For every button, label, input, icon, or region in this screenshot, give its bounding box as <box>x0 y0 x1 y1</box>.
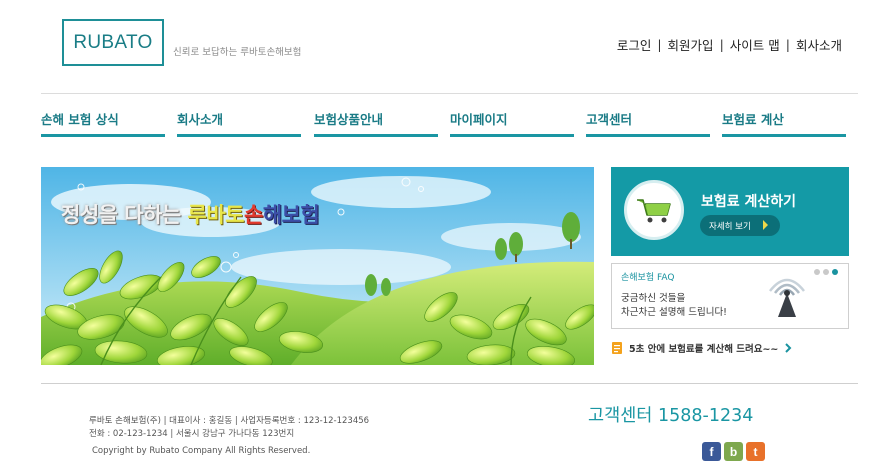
login-link[interactable]: 로그인 <box>617 35 652 54</box>
sitemap-link[interactable]: 사이트 맵 <box>730 35 780 54</box>
faq-line: 차근차근 설명해 드립니다! <box>621 307 727 318</box>
nav-company-intro[interactable]: 회사소개 <box>177 108 301 137</box>
chevron-right-icon <box>785 343 792 353</box>
faq-line: 궁금하신 것들을 <box>621 293 686 304</box>
util-separator: | <box>719 37 724 52</box>
blog-icon[interactable]: b <box>724 442 743 461</box>
premium-calc-box[interactable]: 보험료 계산하기 자세히 보기 <box>611 167 849 256</box>
broadcast-tower-icon <box>769 278 805 317</box>
notice[interactable]: 5초 안에 보험료를 계산해 드려요~~ <box>611 340 792 356</box>
signup-link[interactable]: 회원가입 <box>668 35 714 54</box>
faq-dot-2[interactable] <box>823 269 829 275</box>
footer-divider <box>41 383 858 384</box>
banner-title-part: 손 <box>244 203 263 227</box>
main-nav: 손해 보험 상식 회사소개 보험상품안내 마이페이지 고객센터 보험료 계산 <box>41 108 858 138</box>
logo[interactable]: RUBATO <box>62 19 164 66</box>
calc-circle <box>624 180 684 240</box>
faq-dot-1[interactable] <box>814 269 820 275</box>
calc-detail-button[interactable]: 자세히 보기 <box>700 215 780 236</box>
calc-detail-label: 자세히 보기 <box>709 221 751 232</box>
footer-company-info: 루바토 손해보험(주) | 대표이사 : 홍길동 | 사업자등록번호 : 123… <box>89 416 370 426</box>
faq-pagination <box>814 269 838 275</box>
nav-customer-center[interactable]: 고객센터 <box>586 108 710 137</box>
nav-premium-calc[interactable]: 보험료 계산 <box>722 108 846 137</box>
arrow-right-icon <box>763 220 768 230</box>
nav-insurance-knowledge[interactable]: 손해 보험 상식 <box>41 108 165 137</box>
banner-title-part: 해보험 <box>262 203 320 227</box>
logo-text: RUBATO <box>73 31 153 53</box>
twitter-icon[interactable]: t <box>746 442 765 461</box>
main-banner[interactable]: 정성을 다하는 루바토손해보험 <box>41 167 594 365</box>
calc-title: 보험료 계산하기 <box>701 194 797 210</box>
customer-center-phone: 고객센터 1588-1234 <box>588 406 754 426</box>
tagline: 신뢰로 보답하는 루바토손해보험 <box>173 47 302 58</box>
header-divider <box>41 93 858 94</box>
notice-text: 5초 안에 보험료를 계산해 드려요~~ <box>629 344 779 355</box>
banner-illustration <box>41 167 594 365</box>
document-icon <box>612 342 622 354</box>
nav-mypage[interactable]: 마이페이지 <box>450 108 574 137</box>
blog-label: b <box>729 444 738 459</box>
company-intro-link[interactable]: 회사소개 <box>796 35 842 54</box>
footer-contact-info: 전화 : 02-123-1234 | 서울시 강남구 가나다동 123번지 <box>89 429 295 439</box>
social-links: f b t <box>702 442 765 461</box>
banner-title-brand: 루바토 <box>187 203 245 227</box>
util-separator: | <box>657 37 662 52</box>
banner-title: 정성을 다하는 루바토손해보험 <box>61 199 320 229</box>
utility-nav: 로그인 | 회원가입 | 사이트 맵 | 회사소개 <box>617 35 842 54</box>
faq-dot-3[interactable] <box>832 269 838 275</box>
facebook-label: f <box>709 444 714 459</box>
nav-products[interactable]: 보험상품안내 <box>314 108 438 137</box>
faq-box[interactable]: 손해보험 FAQ 궁금하신 것들을 차근차근 설명해 드립니다! <box>611 263 849 329</box>
banner-title-part: 정성을 다하는 <box>61 203 188 227</box>
shopping-cart-icon <box>637 199 671 223</box>
footer-copyright: Copyright by Rubato Company All Rights R… <box>92 446 311 456</box>
faq-title: 손해보험 FAQ <box>621 273 675 283</box>
facebook-icon[interactable]: f <box>702 442 721 461</box>
util-separator: | <box>785 37 790 52</box>
twitter-label: t <box>753 444 758 459</box>
